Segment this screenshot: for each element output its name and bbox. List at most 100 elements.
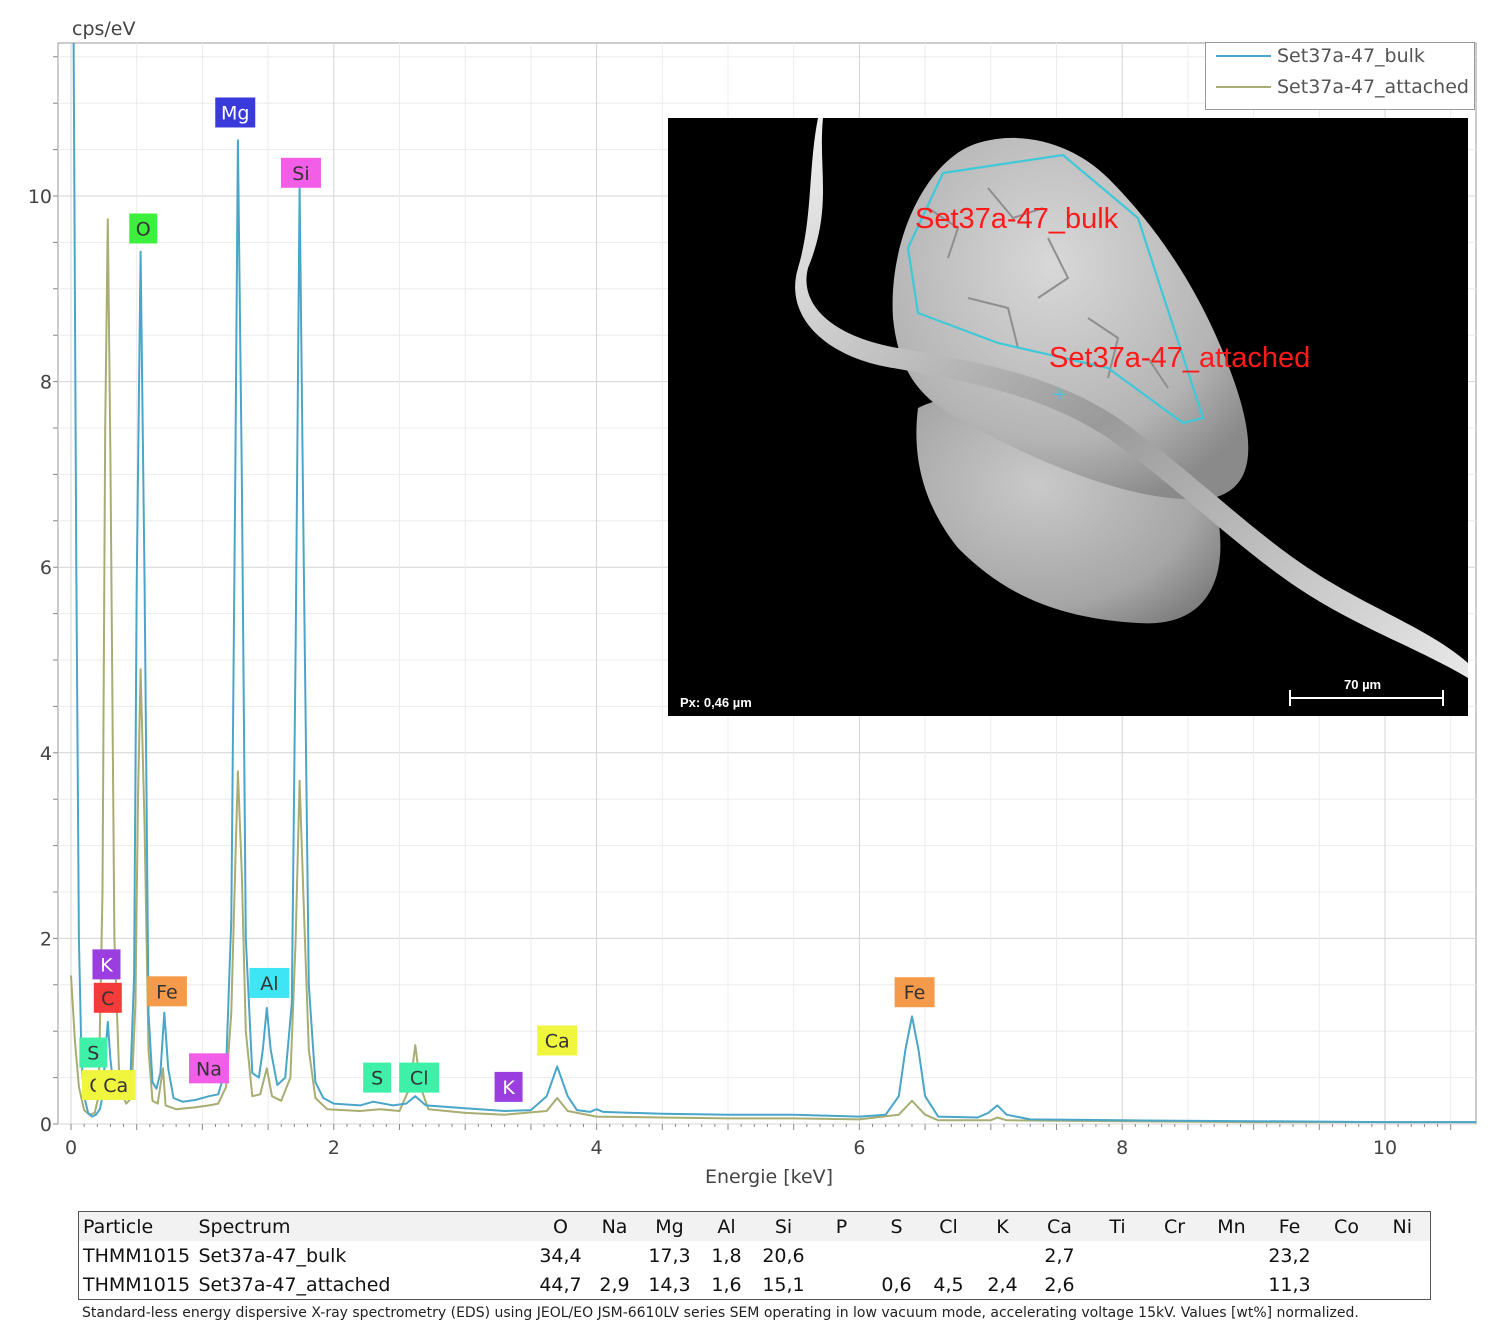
footnote: Standard-less energy dispersive X-ray sp… — [82, 1305, 1359, 1321]
sem-image-inset: + Set37a-47_bulk Set37a-47_attached Px: … — [668, 118, 1468, 716]
table-cell — [1203, 1270, 1261, 1300]
table-header-cell: Fe — [1278, 1215, 1301, 1238]
table-cell — [1147, 1270, 1203, 1300]
table-header-cell: Al — [717, 1215, 736, 1238]
table-cell: 0,6 — [881, 1273, 912, 1296]
table-header-row: Particle Spectrum O Na Mg Al Si P S Cl K Ca Ti Cr Mn Fe… — [78, 1211, 1431, 1241]
table-cell — [1375, 1270, 1431, 1300]
table-cell — [975, 1241, 1031, 1270]
peak-label-text: K — [100, 954, 113, 976]
table-cell: 1,8 — [711, 1244, 742, 1267]
x-axis-label: Energie [keV] — [705, 1166, 833, 1188]
pixel-size-text: Px: 0,46 µm — [680, 695, 752, 710]
legend-swatch-attached — [1216, 86, 1271, 88]
composition-table: Particle Spectrum O Na Mg Al Si P S Cl K Ca Ti Cr Mn Fe… — [78, 1211, 1431, 1300]
table-header-cell: Na — [601, 1215, 628, 1238]
legend-swatch-bulk — [1216, 55, 1271, 57]
table-cell: 17,3 — [648, 1244, 691, 1267]
table-header-cell: Ca — [1047, 1215, 1072, 1238]
table-cell — [923, 1241, 975, 1270]
table-cell: Set37a-47_attached — [198, 1273, 391, 1296]
table-header-cell: Particle — [83, 1215, 154, 1238]
peak-label-text: Cl — [410, 1068, 429, 1090]
table-cell: 15,1 — [762, 1273, 805, 1296]
table-cell: 23,2 — [1268, 1244, 1311, 1267]
table-cell — [1203, 1241, 1261, 1270]
table-header-cell: Si — [774, 1215, 793, 1238]
table-header-cell: S — [890, 1215, 903, 1238]
table-cell: THMM1015 — [83, 1273, 191, 1296]
table-cell — [1319, 1241, 1375, 1270]
table-header-cell: Ti — [1109, 1215, 1126, 1238]
scale-bar-label: 70 µm — [1344, 677, 1382, 692]
table-cell: THMM1015 — [83, 1244, 191, 1267]
label-bulk: Set37a-47_bulk — [915, 203, 1119, 235]
table-cell: 11,3 — [1268, 1273, 1311, 1296]
x-tick-label: 8 — [1116, 1137, 1128, 1159]
table-header-cell: Spectrum — [198, 1215, 291, 1238]
table-cell: 1,6 — [711, 1273, 742, 1296]
table-cell: 2,9 — [599, 1273, 630, 1296]
peak-label-text: Ca — [103, 1075, 128, 1097]
table-header-cell: Ni — [1392, 1215, 1413, 1238]
table-body: THMM1015 Set37a-47_bulk 34,4 17,3 1,8 20,6 2,7… — [79, 1241, 1431, 1300]
table-cell — [1147, 1241, 1203, 1270]
legend-item-attached: Set37a-47_attached — [1216, 75, 1469, 99]
legend-label-attached: Set37a-47_attached — [1277, 76, 1469, 98]
label-attached: Set37a-47_attached — [1049, 342, 1311, 374]
table-header-cell: Mg — [655, 1215, 684, 1238]
table-cell — [1319, 1270, 1375, 1300]
x-tick-label: 4 — [591, 1137, 603, 1159]
y-tick-label: 0 — [40, 1114, 52, 1136]
table-header-cell: O — [553, 1215, 568, 1238]
peak-label-text: Al — [260, 973, 278, 995]
table-cell — [871, 1241, 923, 1270]
table-header-cell: Cr — [1163, 1215, 1186, 1238]
peak-label-text: K — [502, 1077, 515, 1099]
peak-label-text: Na — [196, 1058, 222, 1080]
table-header-cell: Mn — [1217, 1215, 1246, 1238]
legend: Set37a-47_bulk Set37a-47_attached — [1205, 42, 1475, 110]
table-cell — [1375, 1241, 1431, 1270]
table-cell: 4,5 — [933, 1273, 964, 1296]
table-cell: 2,7 — [1044, 1244, 1075, 1267]
table-header-cell: K — [996, 1215, 1009, 1238]
x-tick-label: 0 — [65, 1137, 77, 1159]
table-cell: 2,4 — [987, 1273, 1018, 1296]
y-tick-label: 10 — [28, 186, 52, 208]
table-cell — [589, 1241, 641, 1270]
peak-label-text: O — [136, 218, 151, 240]
y-tick-label: 2 — [40, 928, 52, 950]
table-cell: 14,3 — [648, 1273, 691, 1296]
peak-label-text: Mg — [221, 102, 249, 124]
x-tick-label: 10 — [1373, 1137, 1397, 1159]
y-axis-label: cps/eV — [72, 18, 136, 40]
table-cell: 34,4 — [539, 1244, 582, 1267]
peak-label-text: Fe — [156, 981, 178, 1003]
table-cell — [1089, 1270, 1147, 1300]
table-cell — [813, 1241, 871, 1270]
table-cell: 20,6 — [762, 1244, 805, 1267]
peak-label-text: C — [101, 988, 114, 1010]
y-tick-label: 6 — [40, 557, 52, 579]
legend-item-bulk: Set37a-47_bulk — [1216, 44, 1425, 68]
table-cell: Set37a-47_bulk — [198, 1244, 347, 1267]
table-cell — [1089, 1241, 1147, 1270]
table-row: THMM1015 Set37a-47_attached 44,7 2,9 14,3 1,6… — [79, 1270, 1431, 1300]
x-tick-label: 2 — [328, 1137, 340, 1159]
peak-label-text: S — [87, 1043, 99, 1065]
table-header-cell: Co — [1334, 1215, 1359, 1238]
table-row: THMM1015 Set37a-47_bulk 34,4 17,3 1,8 20,6 2,7… — [79, 1241, 1431, 1270]
y-tick-label: 4 — [40, 743, 52, 765]
table-header-cell: Cl — [939, 1215, 958, 1238]
composition-table-wrapper: Particle Spectrum O Na Mg Al Si P S Cl K Ca Ti Cr Mn Fe… — [78, 1211, 1431, 1300]
legend-label-bulk: Set37a-47_bulk — [1277, 45, 1425, 67]
peak-label-text: Si — [292, 163, 309, 185]
y-tick-label: 8 — [40, 372, 52, 394]
table-header-cell: P — [835, 1215, 848, 1238]
x-tick-label: 6 — [853, 1137, 865, 1159]
attached-marker: + — [1052, 384, 1067, 405]
table-cell: 44,7 — [539, 1273, 582, 1296]
peak-label-text: Ca — [545, 1030, 570, 1052]
peak-label-text: Fe — [904, 982, 926, 1004]
